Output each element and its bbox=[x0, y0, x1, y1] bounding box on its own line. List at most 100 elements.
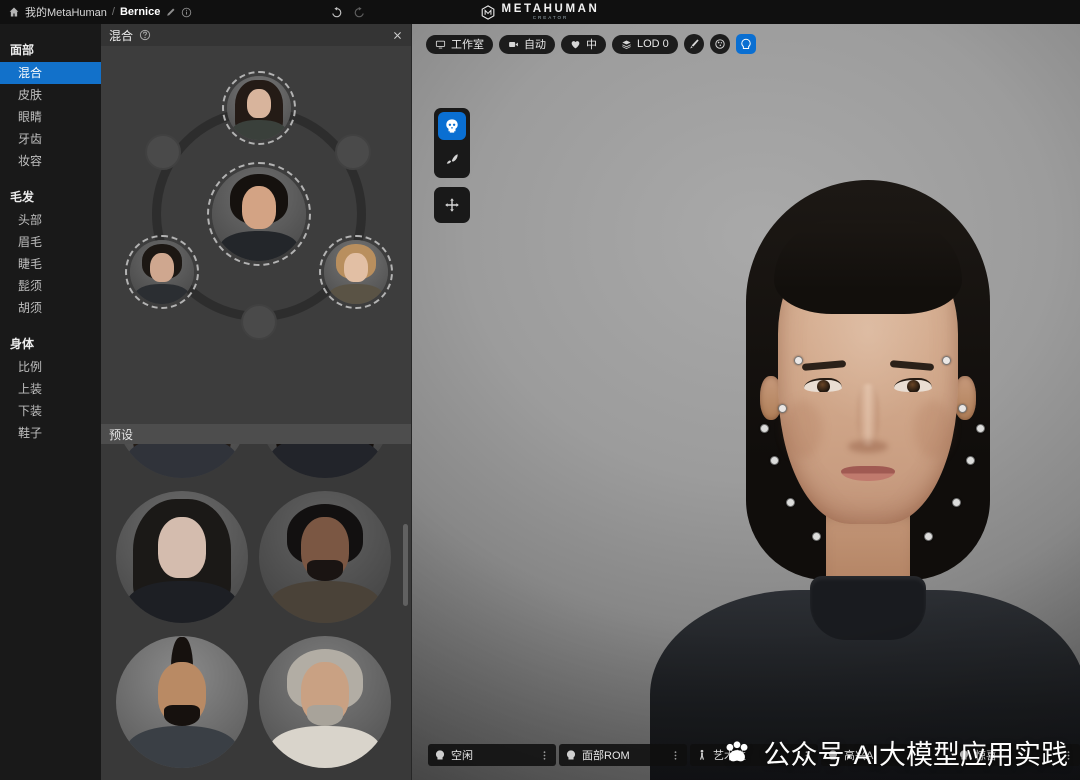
preset-avatar[interactable] bbox=[116, 636, 248, 768]
face-control-point[interactable] bbox=[952, 498, 961, 507]
kebab-menu-icon[interactable] bbox=[539, 750, 550, 761]
hairbrush-icon bbox=[444, 152, 460, 168]
breadcrumb: 我的MetaHuman / Bernice bbox=[0, 4, 192, 20]
close-icon[interactable] bbox=[392, 30, 403, 41]
metahuman-logo: METAHUMAN CREATOR bbox=[481, 0, 600, 24]
face-control-point[interactable] bbox=[942, 356, 951, 365]
blend-node-bottom-left[interactable] bbox=[125, 235, 199, 309]
scrollbar-thumb[interactable] bbox=[403, 524, 408, 606]
tool-button-blend-skull[interactable] bbox=[438, 112, 466, 140]
sidebar-item-teeth[interactable]: 牙齿 bbox=[0, 128, 101, 150]
avatar-thumbnail bbox=[227, 76, 291, 140]
preset-avatar[interactable] bbox=[259, 636, 391, 768]
blend-node-right[interactable] bbox=[335, 134, 371, 170]
tool-button-move[interactable] bbox=[438, 191, 466, 219]
rename-icon[interactable] bbox=[165, 7, 176, 18]
nose bbox=[857, 384, 879, 446]
info-icon[interactable] bbox=[181, 7, 192, 18]
tool-group bbox=[434, 108, 470, 178]
redo-icon[interactable] bbox=[353, 6, 366, 19]
face-control-point[interactable] bbox=[812, 532, 821, 541]
toolbar-button-quality[interactable]: 中 bbox=[561, 34, 606, 54]
paint-icon bbox=[714, 38, 726, 50]
toolbar-pill-label: LOD 0 bbox=[637, 38, 669, 50]
anim-slot-face-rom[interactable]: 面部ROM bbox=[559, 744, 687, 766]
sidebar-item-mustache[interactable]: 髭须 bbox=[0, 275, 101, 297]
lips bbox=[841, 466, 895, 481]
watermark-text: 公众号·AI大模型应用实践 bbox=[763, 740, 1068, 770]
presets-header: 预设 bbox=[109, 427, 134, 442]
sidebar-item-blend[interactable]: 混合 bbox=[0, 62, 101, 84]
breadcrumb-root[interactable]: 我的MetaHuman bbox=[25, 4, 107, 20]
avatar-thumbnail bbox=[212, 167, 306, 261]
blend-node-bottom[interactable] bbox=[241, 304, 277, 340]
toolbar-pill-label: 中 bbox=[586, 39, 597, 51]
sidebar-item-eyebrows[interactable]: 眉毛 bbox=[0, 231, 101, 253]
preset-avatar[interactable] bbox=[259, 444, 391, 478]
blend-node-bottom-right[interactable] bbox=[319, 235, 393, 309]
tool-button-hair-brush[interactable] bbox=[438, 146, 466, 174]
face-control-point[interactable] bbox=[778, 404, 787, 413]
shirt-collar bbox=[810, 576, 926, 640]
help-icon[interactable] bbox=[139, 29, 151, 41]
sidebar-item-bottoms[interactable]: 下装 bbox=[0, 400, 101, 422]
avatar-thumbnail bbox=[116, 444, 248, 478]
logo-subtext: CREATOR bbox=[532, 15, 569, 20]
move-icon bbox=[444, 197, 460, 213]
face-control-point[interactable] bbox=[760, 424, 769, 433]
eyebrow-left bbox=[801, 360, 847, 371]
pen-icon bbox=[688, 38, 700, 50]
face-control-point[interactable] bbox=[924, 532, 933, 541]
sidebar-item-eyes[interactable]: 眼睛 bbox=[0, 106, 101, 128]
face-icon bbox=[565, 749, 577, 761]
face-control-point[interactable] bbox=[786, 498, 795, 507]
sidebar-item-tops[interactable]: 上装 bbox=[0, 378, 101, 400]
blend-node-top[interactable] bbox=[222, 71, 296, 145]
nose-shadow bbox=[848, 440, 888, 453]
blend-panel: 混合 预设 bbox=[101, 24, 412, 780]
blend-node-left[interactable] bbox=[145, 134, 181, 170]
tool-group bbox=[434, 187, 470, 223]
viewport-toolbar: 工作室 自动 中 LOD 0 bbox=[426, 34, 756, 54]
preset-avatar[interactable] bbox=[116, 444, 248, 478]
toolbar-icon-button-preview[interactable] bbox=[735, 34, 756, 54]
blend-node-center[interactable] bbox=[207, 162, 311, 266]
eye-right bbox=[894, 378, 932, 392]
face-control-point[interactable] bbox=[958, 404, 967, 413]
paw-icon bbox=[720, 736, 754, 770]
toolbar-icon-button-paint[interactable] bbox=[709, 34, 730, 54]
sidebar-item-head-hair[interactable]: 头部 bbox=[0, 209, 101, 231]
viewport-canvas[interactable]: 工作室 自动中 LOD 0 空闲 面部ROM 艺术性 高兴A 惊喜 公众号·AI大模型应用实… bbox=[412, 24, 1080, 780]
face-control-point[interactable] bbox=[770, 456, 779, 465]
undo-icon[interactable] bbox=[330, 6, 343, 19]
sidebar-item-beard[interactable]: 胡须 bbox=[0, 297, 101, 319]
asset-name: Bernice bbox=[119, 6, 161, 18]
avatar-thumbnail bbox=[259, 636, 391, 768]
anim-slot-idle[interactable]: 空闲 bbox=[428, 744, 556, 766]
avatar-thumbnail bbox=[116, 636, 248, 768]
sidebar-item-eyelashes[interactable]: 睫毛 bbox=[0, 253, 101, 275]
sidebar-item-shoes[interactable]: 鞋子 bbox=[0, 422, 101, 444]
preset-avatar[interactable] bbox=[116, 491, 248, 623]
face-control-point[interactable] bbox=[976, 424, 985, 433]
sidebar-item-proportions[interactable]: 比例 bbox=[0, 356, 101, 378]
sidebar-item-makeup[interactable]: 妆容 bbox=[0, 150, 101, 172]
panel-title: 混合 bbox=[109, 28, 134, 43]
face-control-point[interactable] bbox=[794, 356, 803, 365]
anim-slot-label: 空闲 bbox=[451, 750, 473, 762]
toolbar-button-lod[interactable]: LOD 0 bbox=[612, 34, 678, 54]
preset-avatar[interactable] bbox=[259, 491, 391, 623]
home-icon[interactable] bbox=[8, 6, 20, 18]
toolbar-icon-button-sculpt-pen[interactable] bbox=[683, 34, 704, 54]
face-control-point[interactable] bbox=[966, 456, 975, 465]
character-head bbox=[412, 24, 1080, 780]
kebab-menu-icon[interactable] bbox=[670, 750, 681, 761]
avatar-thumbnail bbox=[259, 491, 391, 623]
sidebar-item-skin[interactable]: 皮肤 bbox=[0, 84, 101, 106]
sidebar: 面部 混合 皮肤 眼睛 牙齿 妆容 毛发 头部 眉毛 睫毛 髭须 胡须 身体 比例 上装 下装 鞋子 bbox=[0, 24, 101, 780]
avatar-thumbnail bbox=[259, 444, 391, 478]
presets-header-bar: 预设 bbox=[101, 424, 411, 444]
toolbar-button-auto-camera[interactable]: 自动 bbox=[499, 34, 555, 54]
eye-left bbox=[804, 378, 842, 392]
toolbar-button-studio[interactable]: 工作室 bbox=[426, 34, 493, 54]
